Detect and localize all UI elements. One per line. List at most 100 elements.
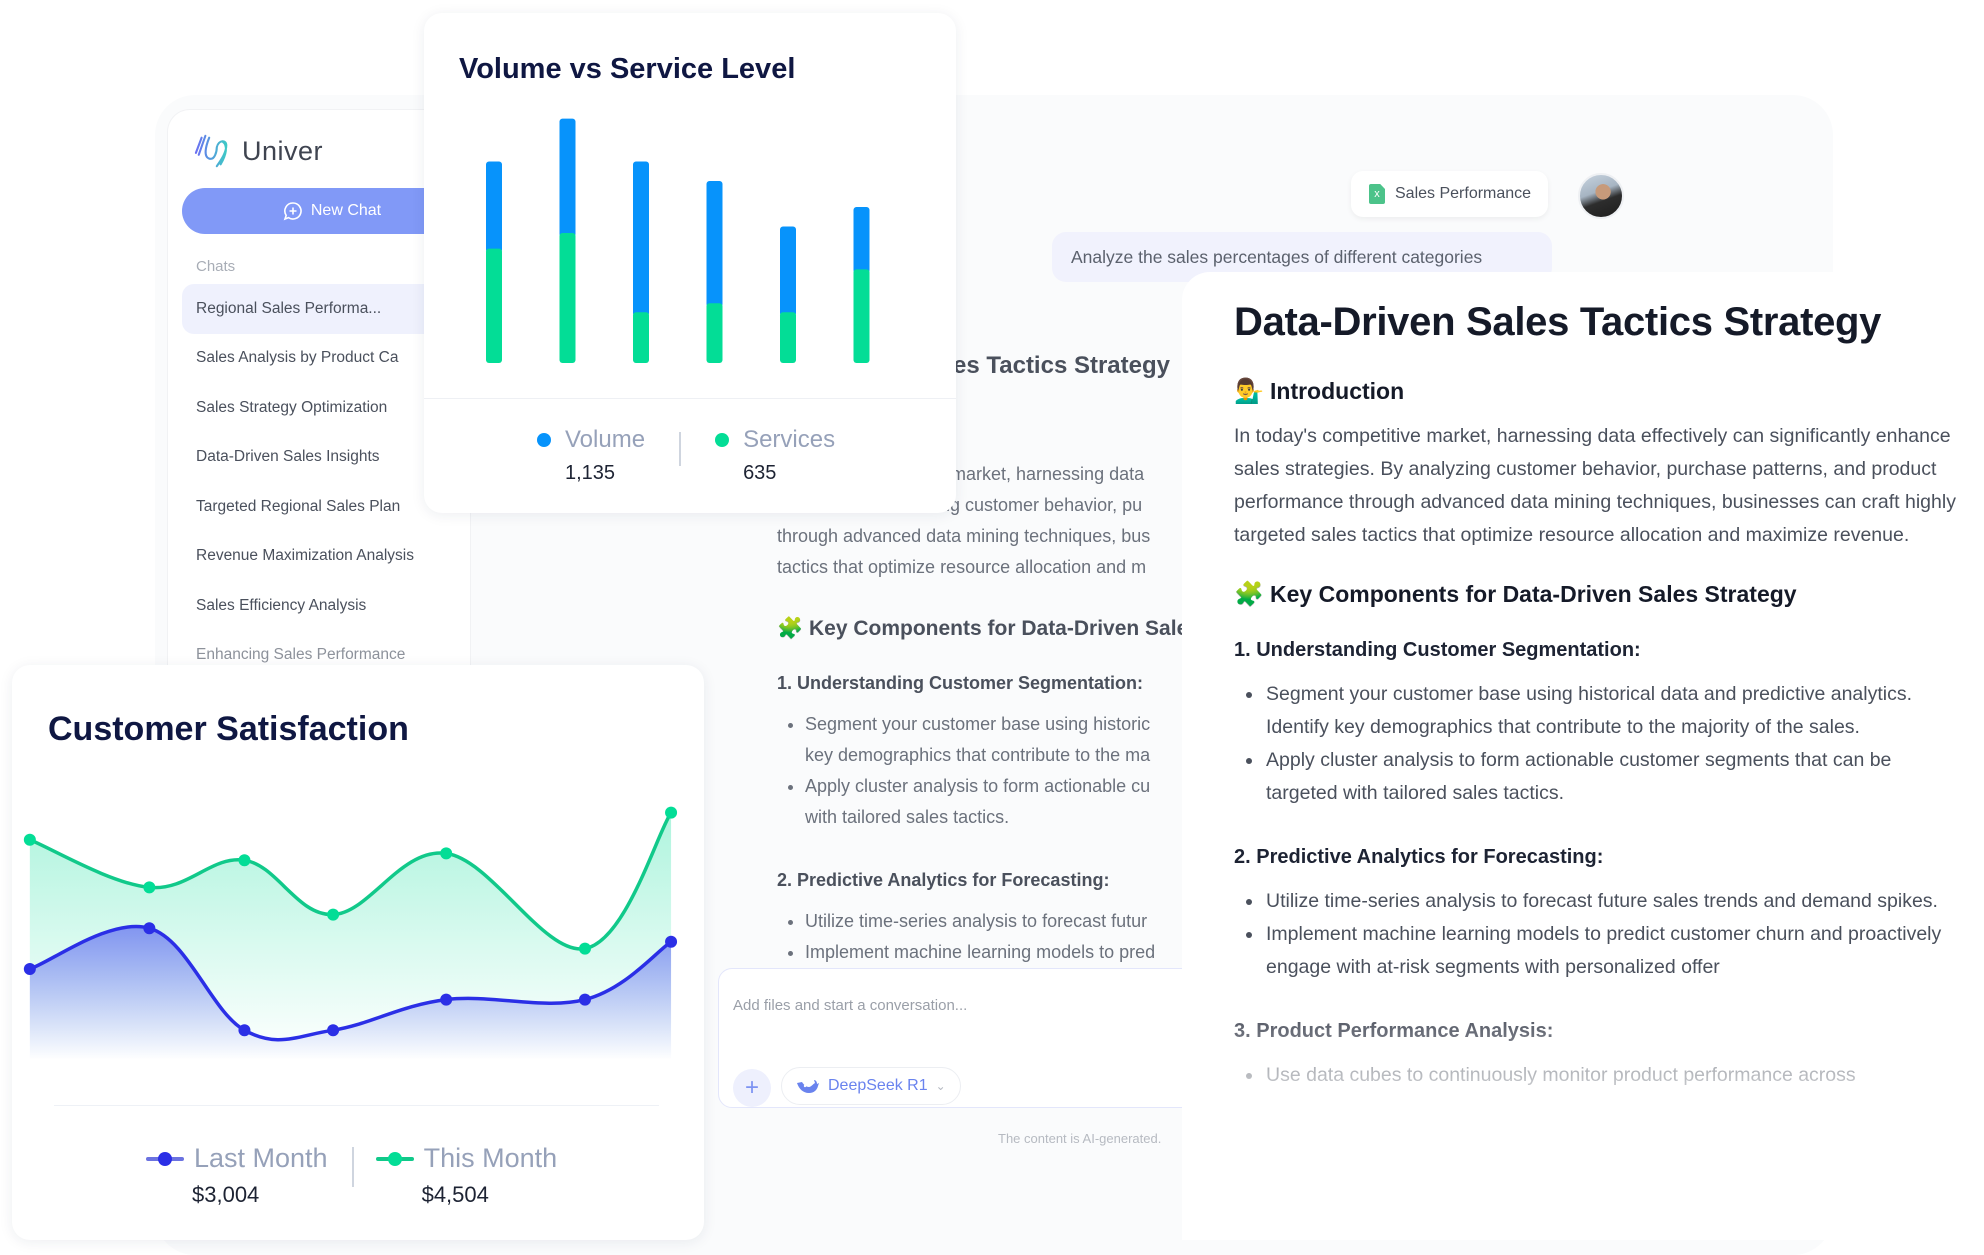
divider: [424, 398, 956, 399]
plus-icon: +: [744, 1074, 759, 1101]
model-name: DeepSeek R1: [828, 1077, 928, 1094]
key-components-heading: 🧩 Key Components for Data-Driven Sales S…: [1234, 580, 1964, 609]
bar-volume: [706, 181, 723, 308]
response-list-item: Implement machine learning models to pre…: [805, 937, 1195, 968]
response-list: Segment your customer base using histori…: [777, 709, 1195, 833]
key-components-heading-text: Key Components for Data-Driven Sales Str…: [1270, 581, 1797, 607]
list-line: with tailored sales tactics.: [805, 807, 1010, 827]
section-list-item: Apply cluster analysis to form actionabl…: [1264, 744, 1964, 810]
composer-input[interactable]: Add files and start a conversation...: [733, 997, 967, 1014]
section-heading: 2. Predictive Analytics for Forecasting:: [1234, 846, 1604, 868]
response-subheading: 1. Understanding Customer Segmentation:: [777, 673, 1144, 693]
puzzle-icon: 🧩: [1234, 581, 1264, 608]
response-list: Utilize time-series analysis to forecast…: [777, 906, 1195, 968]
last-month-line-icon: [146, 1151, 184, 1166]
response-heading: 🧩 Key Components for Data-Driven Sale: [777, 613, 1195, 644]
bar-volume: [559, 118, 576, 237]
section-list-item: Implement machine learning models to pre…: [1264, 918, 1964, 984]
legend-total: 1,135: [565, 462, 616, 484]
chevron-down-icon: ⌄: [935, 1079, 946, 1093]
bar-volume: [780, 226, 796, 317]
brand-name: Univer: [242, 135, 324, 166]
brand-logo: Univer: [194, 132, 323, 170]
volume-vs-service-card: Volume vs Service Level Volume 1,135 Ser…: [424, 13, 956, 513]
last-month-point: [23, 963, 36, 975]
last-month-point: [327, 1024, 340, 1037]
response-body-partial: ve market, harnessing data zing customer…: [777, 459, 1195, 968]
legend-separator: [351, 1147, 354, 1187]
chat-history-item[interactable]: Sales Efficiency Analysis: [182, 581, 482, 631]
legend-total: $4,504: [421, 1182, 489, 1207]
legend-label: Last Month: [194, 1143, 328, 1173]
services-dot-icon: [715, 433, 730, 447]
response-title-partial: es Tactics Strategy: [953, 352, 1170, 379]
legend-item-this-month: This Month $4,504: [375, 1143, 558, 1208]
response-line: through advanced data mining techniques,…: [777, 526, 1151, 546]
bar-services: [780, 312, 796, 363]
bar-services: [559, 233, 576, 363]
chat-history-item[interactable]: Revenue Maximization Analysis: [182, 532, 482, 582]
legend-separator: [679, 432, 682, 466]
section-list-item: Utilize time-series analysis to forecast…: [1264, 885, 1964, 918]
excel-file-icon: x: [1369, 184, 1385, 204]
legend-total: $3,004: [192, 1182, 260, 1207]
this-month-point: [143, 881, 156, 894]
this-month-point: [665, 806, 678, 819]
deepseek-whale-icon: [797, 1080, 819, 1093]
response-list-item: Utilize time-series analysis to forecast…: [805, 906, 1195, 937]
bar-volume: [633, 161, 649, 317]
section-list-item: Segment your customer base using histori…: [1264, 678, 1964, 744]
last-month-point: [238, 1024, 251, 1037]
section-list-item: Use data cubes to continuously monitor p…: [1264, 1059, 1964, 1092]
person-tipping-hand-icon: 💁‍♂️: [1234, 378, 1264, 405]
add-file-button[interactable]: +: [733, 1069, 771, 1107]
divider: [54, 1105, 659, 1106]
response-line: tactics that optimize resource allocatio…: [777, 557, 1147, 577]
this-month-point: [578, 942, 591, 955]
volume-dot-icon: [537, 433, 551, 447]
ai-disclaimer: The content is AI-generated.: [998, 1131, 1162, 1146]
customer-satisfaction-card: Customer Satisfaction Last Month $3,004 …: [12, 665, 704, 1240]
chat-plus-icon: [283, 202, 302, 221]
this-month-point: [440, 847, 453, 860]
this-month-point: [327, 908, 340, 921]
user-avatar: [1578, 173, 1624, 219]
response-list-item: Apply cluster analysis to form actionabl…: [805, 771, 1195, 833]
legend-item-volume: Volume 1,135: [537, 426, 645, 485]
model-selector[interactable]: DeepSeek R1 ⌄: [781, 1067, 961, 1105]
last-month-point: [440, 993, 453, 1006]
last-month-point: [578, 993, 591, 1006]
bar-services: [706, 303, 723, 363]
section-heading: 3. Product Performance Analysis:: [1234, 1020, 1554, 1042]
document-panel: Data-Driven Sales Tactics Strategy 💁‍♂️ …: [1182, 272, 1982, 1240]
legend-label: Services: [743, 426, 836, 453]
this-month-point: [238, 854, 251, 867]
response-list-item: Segment your customer base using histori…: [805, 709, 1195, 771]
bar-services: [486, 248, 502, 363]
legend-label: This Month: [423, 1143, 558, 1173]
section-list: Use data cubes to continuously monitor p…: [1234, 1059, 1964, 1092]
last-month-point: [665, 935, 678, 948]
chats-section-label: Chats: [196, 258, 236, 275]
bar-services: [853, 269, 870, 363]
response-subheading: 2. Predictive Analytics for Forecasting:: [777, 870, 1110, 890]
legend-item-last-month: Last Month $3,004: [146, 1143, 328, 1208]
legend-total: 635: [743, 462, 777, 484]
document-title: Data-Driven Sales Tactics Strategy: [1234, 300, 1882, 344]
legend-item-services: Services 635: [715, 426, 835, 485]
last-month-point: [143, 922, 156, 935]
chart-legend: Last Month $3,004 This Month $4,504: [146, 1143, 557, 1208]
intro-heading: 💁‍♂️ Introduction: [1234, 377, 1964, 406]
this-month-point: [23, 833, 36, 846]
intro-paragraph: In today's competitive market, harnessin…: [1234, 425, 1956, 546]
puzzle-icon: 🧩: [777, 617, 804, 640]
bar-volume: [486, 161, 502, 253]
intro-heading-text: Introduction: [1270, 378, 1405, 404]
attachment-chip[interactable]: x Sales Performance: [1351, 171, 1548, 217]
bar-services: [633, 312, 649, 363]
this-month-line-icon: [375, 1151, 414, 1166]
chart-legend: Volume 1,135 Services 635: [537, 426, 835, 485]
section-heading: 1. Understanding Customer Segmentation:: [1234, 639, 1641, 661]
message-composer[interactable]: Add files and start a conversation... + …: [718, 968, 1198, 1108]
attachment-name: Sales Performance: [1395, 185, 1532, 202]
